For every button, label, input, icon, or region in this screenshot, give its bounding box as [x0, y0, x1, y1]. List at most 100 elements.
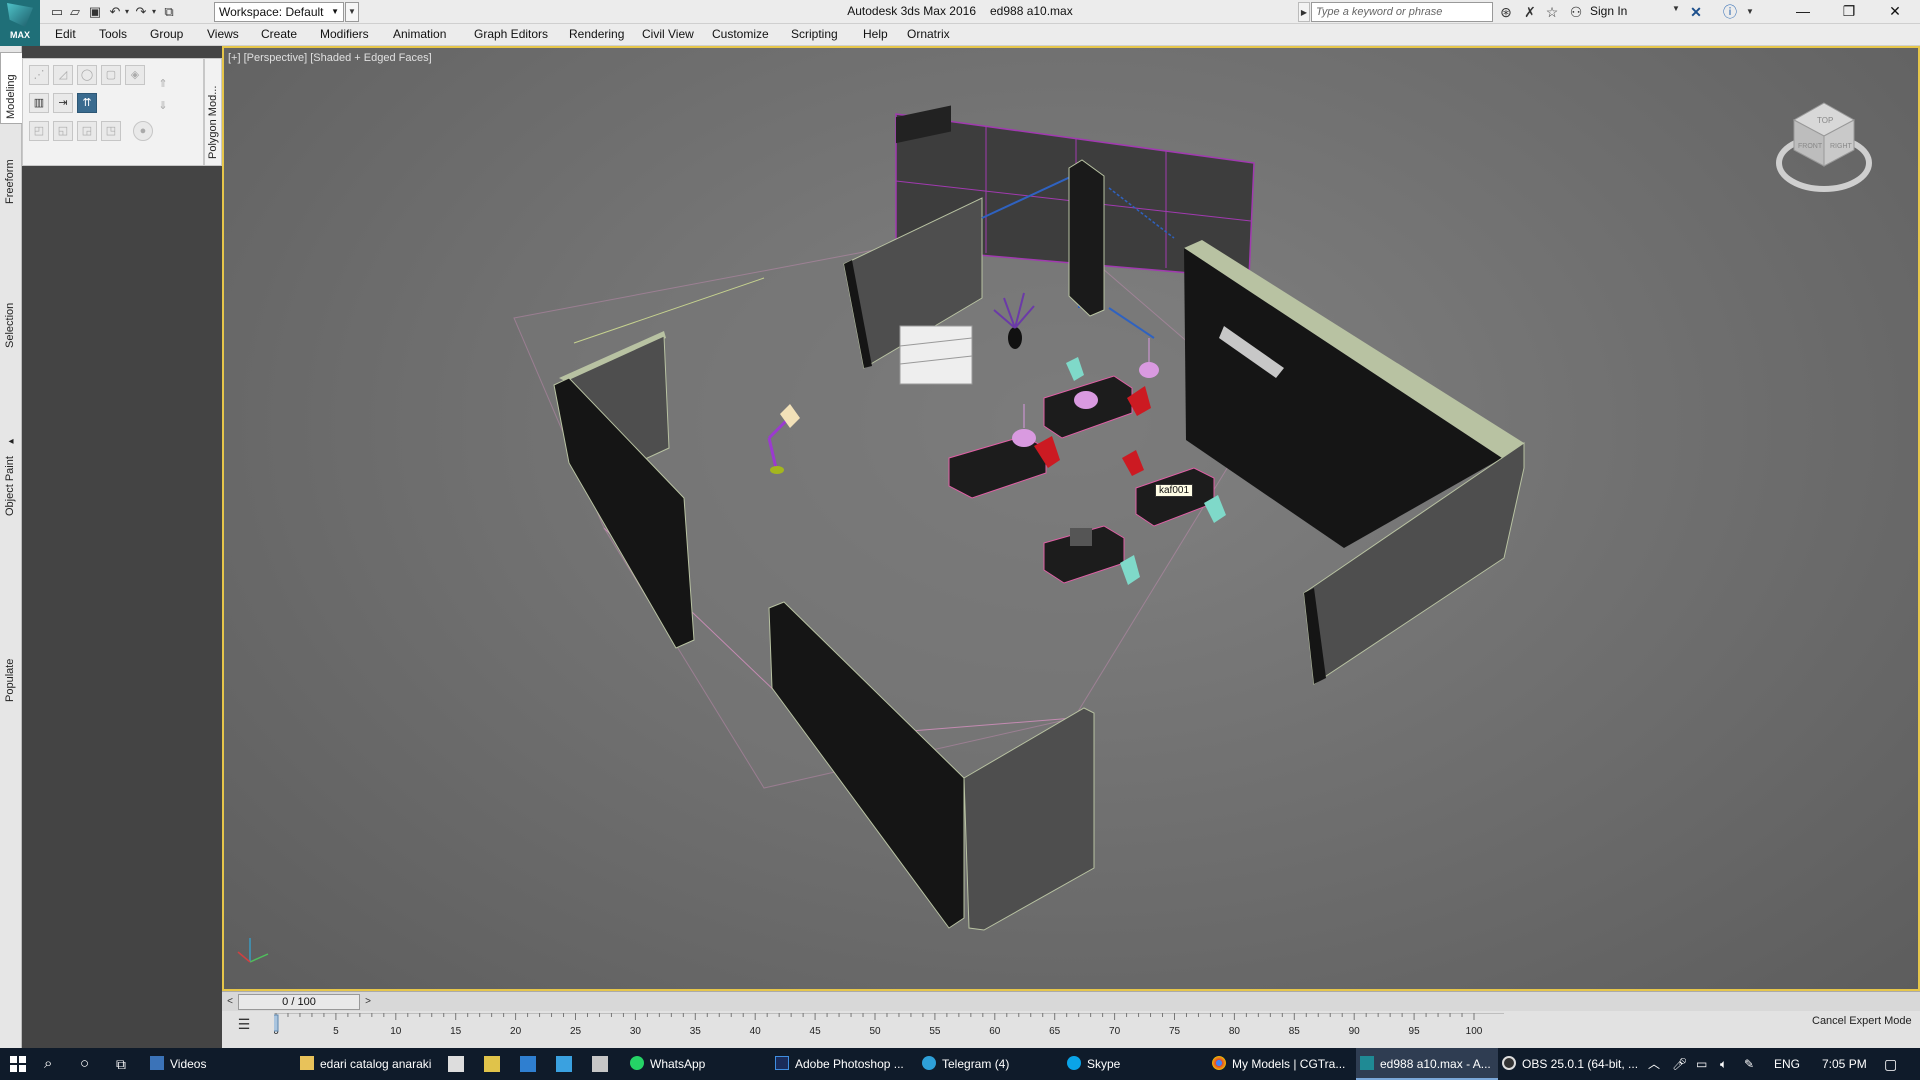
- minimize-button[interactable]: —: [1780, 0, 1826, 24]
- menu-modifiers[interactable]: Modifiers: [320, 27, 369, 41]
- app-icon[interactable]: [592, 1056, 608, 1072]
- menu-rendering[interactable]: Rendering: [569, 27, 624, 41]
- tab-object-paint-label: Object Paint: [4, 456, 16, 516]
- up-arrow-icon[interactable]: ⇑: [153, 75, 173, 95]
- prev-frame-button[interactable]: <: [224, 994, 236, 1010]
- pen-icon[interactable]: ✎: [1744, 1048, 1754, 1080]
- workspace-menu-button[interactable]: ▼: [345, 2, 359, 22]
- plant-pot: [1008, 327, 1022, 349]
- app-logo-button[interactable]: MAX: [0, 0, 40, 46]
- edge-icon[interactable]: ◿: [53, 65, 73, 85]
- element-icon[interactable]: ◈: [125, 65, 145, 85]
- cancel-expert-mode-button[interactable]: Cancel Expert Mode: [1812, 1015, 1912, 1027]
- search-expand-arrow[interactable]: ▶: [1298, 2, 1310, 22]
- taskbar-photoshop[interactable]: Adobe Photoshop ...: [775, 1048, 915, 1080]
- polygon-icon[interactable]: ▢: [101, 65, 121, 85]
- notifications-icon[interactable]: ▢: [1884, 1048, 1897, 1080]
- calculator-icon[interactable]: [448, 1056, 464, 1072]
- menu-create[interactable]: Create: [261, 27, 297, 41]
- clock[interactable]: 7:05 PM: [1822, 1048, 1867, 1080]
- taskbar-videos[interactable]: Videos: [150, 1048, 290, 1080]
- search-icon[interactable]: ⌕: [44, 1048, 64, 1080]
- timeline-ruler[interactable]: 0510152025303540455055606570758085909510…: [274, 1013, 1504, 1043]
- use-nurms-icon[interactable]: ●: [133, 121, 153, 141]
- perspective-viewport[interactable]: [+] [Perspective] [Shaded + Edged Faces]: [222, 46, 1920, 991]
- workspace-dropdown[interactable]: Workspace: Default ▼: [214, 2, 344, 22]
- polygon-modeling-panel-tab[interactable]: Polygon Mod...: [204, 58, 222, 166]
- menu-ornatrix[interactable]: Ornatrix: [907, 27, 950, 41]
- restore-button[interactable]: ❐: [1826, 0, 1872, 24]
- timeline-tick-label: 75: [1169, 1026, 1181, 1037]
- network-icon[interactable]: ▭: [1696, 1048, 1707, 1080]
- remote-desktop-icon[interactable]: [556, 1056, 572, 1072]
- tab-object-paint[interactable]: Object Paint: [0, 276, 22, 516]
- menu-customize[interactable]: Customize: [712, 27, 769, 41]
- taskbar-edari-catalog[interactable]: edari catalog anaraki: [300, 1048, 440, 1080]
- tab-selection[interactable]: Selection: [0, 206, 22, 348]
- menu-animation[interactable]: Animation: [393, 27, 446, 41]
- app-name: Autodesk 3ds Max 2016: [847, 4, 976, 18]
- menu-tools[interactable]: Tools: [99, 27, 127, 41]
- start-button[interactable]: [10, 1048, 30, 1080]
- help-dropdown-icon[interactable]: ▼: [1740, 3, 1760, 21]
- ignore-back-icon[interactable]: ◳: [101, 121, 121, 141]
- new-file-icon[interactable]: ▭: [48, 3, 66, 21]
- timeline-tick-label: 45: [810, 1026, 822, 1037]
- sign-in-button[interactable]: Sign In: [1590, 4, 1627, 18]
- track-bar[interactable]: ☰ 05101520253035404550556065707580859095…: [222, 1011, 1920, 1048]
- preview-multi-icon[interactable]: ◲: [77, 121, 97, 141]
- border-icon[interactable]: ◯: [77, 65, 97, 85]
- menu-graph-editors[interactable]: Graph Editors: [474, 27, 548, 41]
- menu-edit[interactable]: Edit: [55, 27, 76, 41]
- binoculars-icon[interactable]: ⊛: [1496, 3, 1516, 21]
- taskbar-chrome[interactable]: My Models | CGTra...: [1212, 1048, 1352, 1080]
- timeline-tick-label: 100: [1466, 1026, 1483, 1037]
- project-folder-icon[interactable]: ⧉: [160, 3, 178, 21]
- taskbar-3dsmax[interactable]: ed988 a10.max - A...: [1356, 1048, 1498, 1080]
- vertex-icon[interactable]: ⋰: [29, 65, 49, 85]
- task-view-icon[interactable]: ⧉: [116, 1048, 136, 1080]
- current-time-marker[interactable]: [274, 1014, 279, 1032]
- help-icon[interactable]: ⓘ: [1720, 3, 1740, 21]
- user-icon[interactable]: ⚇: [1566, 3, 1586, 21]
- next-frame-button[interactable]: >: [362, 994, 374, 1010]
- taskbar-skype[interactable]: Skype: [1067, 1048, 1207, 1080]
- open-file-icon[interactable]: ▱: [66, 3, 84, 21]
- chevron-down-icon[interactable]: ▼: [1672, 4, 1680, 13]
- taskbar-whatsapp[interactable]: WhatsApp: [630, 1048, 770, 1080]
- ribbon-collapse-icon[interactable]: ◂: [0, 436, 22, 456]
- close-button[interactable]: ✕: [1872, 0, 1918, 24]
- menu-help[interactable]: Help: [863, 27, 888, 41]
- exchange-icon[interactable]: ✗: [1520, 3, 1540, 21]
- menu-group[interactable]: Group: [150, 27, 183, 41]
- menu-views[interactable]: Views: [207, 27, 239, 41]
- favorites-star-icon[interactable]: ☆: [1542, 3, 1562, 21]
- modify-mode-icon[interactable]: ▥: [29, 93, 49, 113]
- search-input[interactable]: Type a keyword or phrase: [1311, 2, 1493, 22]
- save-icon[interactable]: ▣: [86, 3, 104, 21]
- store-icon[interactable]: [484, 1056, 500, 1072]
- frame-slider-thumb[interactable]: 0 / 100: [238, 994, 360, 1010]
- edit-mode-icon[interactable]: ⇥: [53, 93, 73, 113]
- time-slider: < 0 / 100 >: [222, 991, 1920, 1011]
- volume-icon[interactable]: 🔈︎: [1720, 1048, 1727, 1080]
- timeline-tick-label: 40: [750, 1026, 762, 1037]
- viewcube[interactable]: TOP FRONT RIGHT: [1776, 102, 1872, 192]
- tab-freeform[interactable]: Freeform: [0, 130, 22, 204]
- tab-modeling[interactable]: Modeling: [0, 52, 22, 124]
- preview-sub-icon[interactable]: ◱: [53, 121, 73, 141]
- language-indicator[interactable]: ENG: [1774, 1048, 1800, 1080]
- cortana-icon[interactable]: ○: [80, 1048, 100, 1080]
- menu-scripting[interactable]: Scripting: [791, 27, 838, 41]
- down-arrow-icon[interactable]: ⇓: [153, 97, 173, 117]
- mail-icon[interactable]: [520, 1056, 536, 1072]
- autodesk-x-icon[interactable]: ✕: [1686, 3, 1706, 21]
- menu-civil-view[interactable]: Civil View: [642, 27, 694, 41]
- microphone-icon[interactable]: 🎤︎: [1672, 1048, 1687, 1080]
- tray-expand-icon[interactable]: ︿: [1648, 1048, 1660, 1080]
- taskbar-obs[interactable]: OBS 25.0.1 (64-bit, ...: [1502, 1048, 1642, 1080]
- curve-editor-icon[interactable]: ☰: [234, 1016, 254, 1036]
- preview-off-icon[interactable]: ◰: [29, 121, 49, 141]
- taskbar-telegram[interactable]: Telegram (4): [922, 1048, 1062, 1080]
- stack-mode-icon[interactable]: ⇈: [77, 93, 97, 113]
